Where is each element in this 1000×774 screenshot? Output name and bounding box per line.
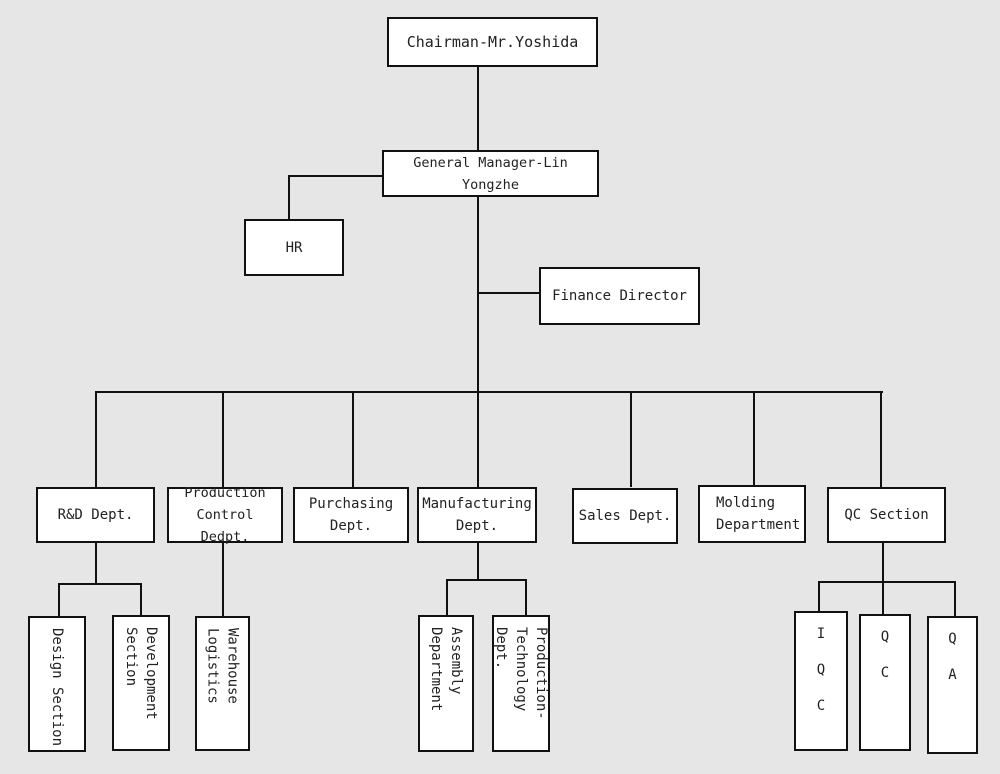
- node-warehouse-logistics[interactable]: Warehouse Logistics: [195, 616, 250, 751]
- connector-dept-molding: [753, 391, 755, 487]
- connector-gm-hr-v: [288, 175, 290, 221]
- node-qa-label: Q A: [948, 631, 957, 683]
- node-warehouse-logistics-label: Warehouse Logistics: [204, 628, 241, 704]
- node-qa[interactable]: Q A: [927, 616, 978, 754]
- node-design-section-label: Design Section: [49, 628, 65, 747]
- connector-gm-hr-h: [288, 175, 384, 177]
- node-iqc-label: I Q C: [816, 626, 826, 714]
- node-qc[interactable]: Q C: [859, 614, 911, 751]
- node-iqc[interactable]: I Q C: [794, 611, 848, 751]
- connector-qc-iqc: [818, 581, 820, 613]
- node-sales-dept-label: Sales Dept.: [578, 508, 672, 524]
- node-hr-label: HR: [285, 239, 303, 256]
- node-manufacturing-dept[interactable]: Manufacturing Dept.: [417, 487, 537, 543]
- node-sales-dept[interactable]: Sales Dept.: [572, 488, 678, 544]
- node-production-control-dept-label: Production Control Dedpt.: [184, 485, 266, 545]
- node-production-technology-dept-label: Production- Technology Dept.: [493, 627, 549, 720]
- node-qc-section[interactable]: QC Section: [827, 487, 946, 543]
- connector-rnd-down: [95, 542, 97, 584]
- node-general-manager[interactable]: General Manager-Lin Yongzhe: [382, 150, 599, 197]
- node-production-control-dept[interactable]: Production Control Dedpt.: [167, 485, 283, 545]
- node-purchasing-dept[interactable]: Purchasing Dept.: [293, 487, 409, 543]
- connector-rnd-dev: [140, 583, 142, 617]
- connector-mfg-bus: [446, 579, 526, 581]
- connector-mfg-assembly: [446, 579, 448, 615]
- node-finance-director-label: Finance Director: [552, 288, 687, 304]
- node-qc-label: Q C: [880, 629, 890, 681]
- connector-qc-qa: [954, 581, 956, 617]
- connector-dept-mfg: [477, 391, 479, 487]
- node-general-manager-label: General Manager-Lin Yongzhe: [413, 154, 568, 193]
- connector-mfg-prodtech: [525, 579, 527, 615]
- connector-qc-down: [882, 542, 884, 583]
- node-rnd-dept[interactable]: R&D Dept.: [36, 487, 155, 543]
- connector-qc-qc: [882, 581, 884, 615]
- connector-finance: [479, 292, 541, 294]
- connector-dept-bus: [95, 391, 883, 393]
- node-chairman-label: Chairman-Mr.Yoshida: [406, 33, 579, 51]
- node-development-section[interactable]: Development Section: [112, 615, 170, 751]
- connector-dept-rnd: [95, 391, 97, 487]
- node-chairman[interactable]: Chairman-Mr.Yoshida: [387, 17, 598, 67]
- connector-dept-purch: [352, 391, 354, 487]
- connector-dept-sales: [630, 391, 632, 487]
- connector-gm-trunk: [477, 196, 479, 392]
- connector-rnd-bus: [58, 583, 142, 585]
- connector-dept-prodctl: [222, 391, 224, 487]
- node-finance-director[interactable]: Finance Director: [539, 267, 700, 325]
- node-rnd-dept-label: R&D Dept.: [57, 507, 134, 523]
- node-molding-department-label: Molding Department: [716, 495, 801, 533]
- node-production-technology-dept[interactable]: Production- Technology Dept.: [492, 615, 550, 752]
- connector-mfg-down: [477, 542, 479, 580]
- node-qc-section-label: QC Section: [844, 507, 929, 523]
- connector-qc-bus: [818, 581, 956, 583]
- node-hr[interactable]: HR: [244, 219, 344, 276]
- connector-prodctl-warehouse: [222, 542, 224, 617]
- node-design-section[interactable]: Design Section: [28, 616, 86, 752]
- node-molding-department[interactable]: Molding Department: [698, 485, 806, 543]
- node-assembly-department-label: Assembly Department: [428, 627, 464, 712]
- node-purchasing-dept-label: Purchasing Dept.: [308, 496, 394, 534]
- node-assembly-department[interactable]: Assembly Department: [418, 615, 474, 752]
- node-development-section-label: Development Section: [123, 627, 159, 720]
- connector-dept-qc: [880, 391, 882, 487]
- connector-chairman-gm: [477, 66, 479, 150]
- connector-rnd-design: [58, 583, 60, 617]
- node-manufacturing-dept-label: Manufacturing Dept.: [422, 496, 532, 534]
